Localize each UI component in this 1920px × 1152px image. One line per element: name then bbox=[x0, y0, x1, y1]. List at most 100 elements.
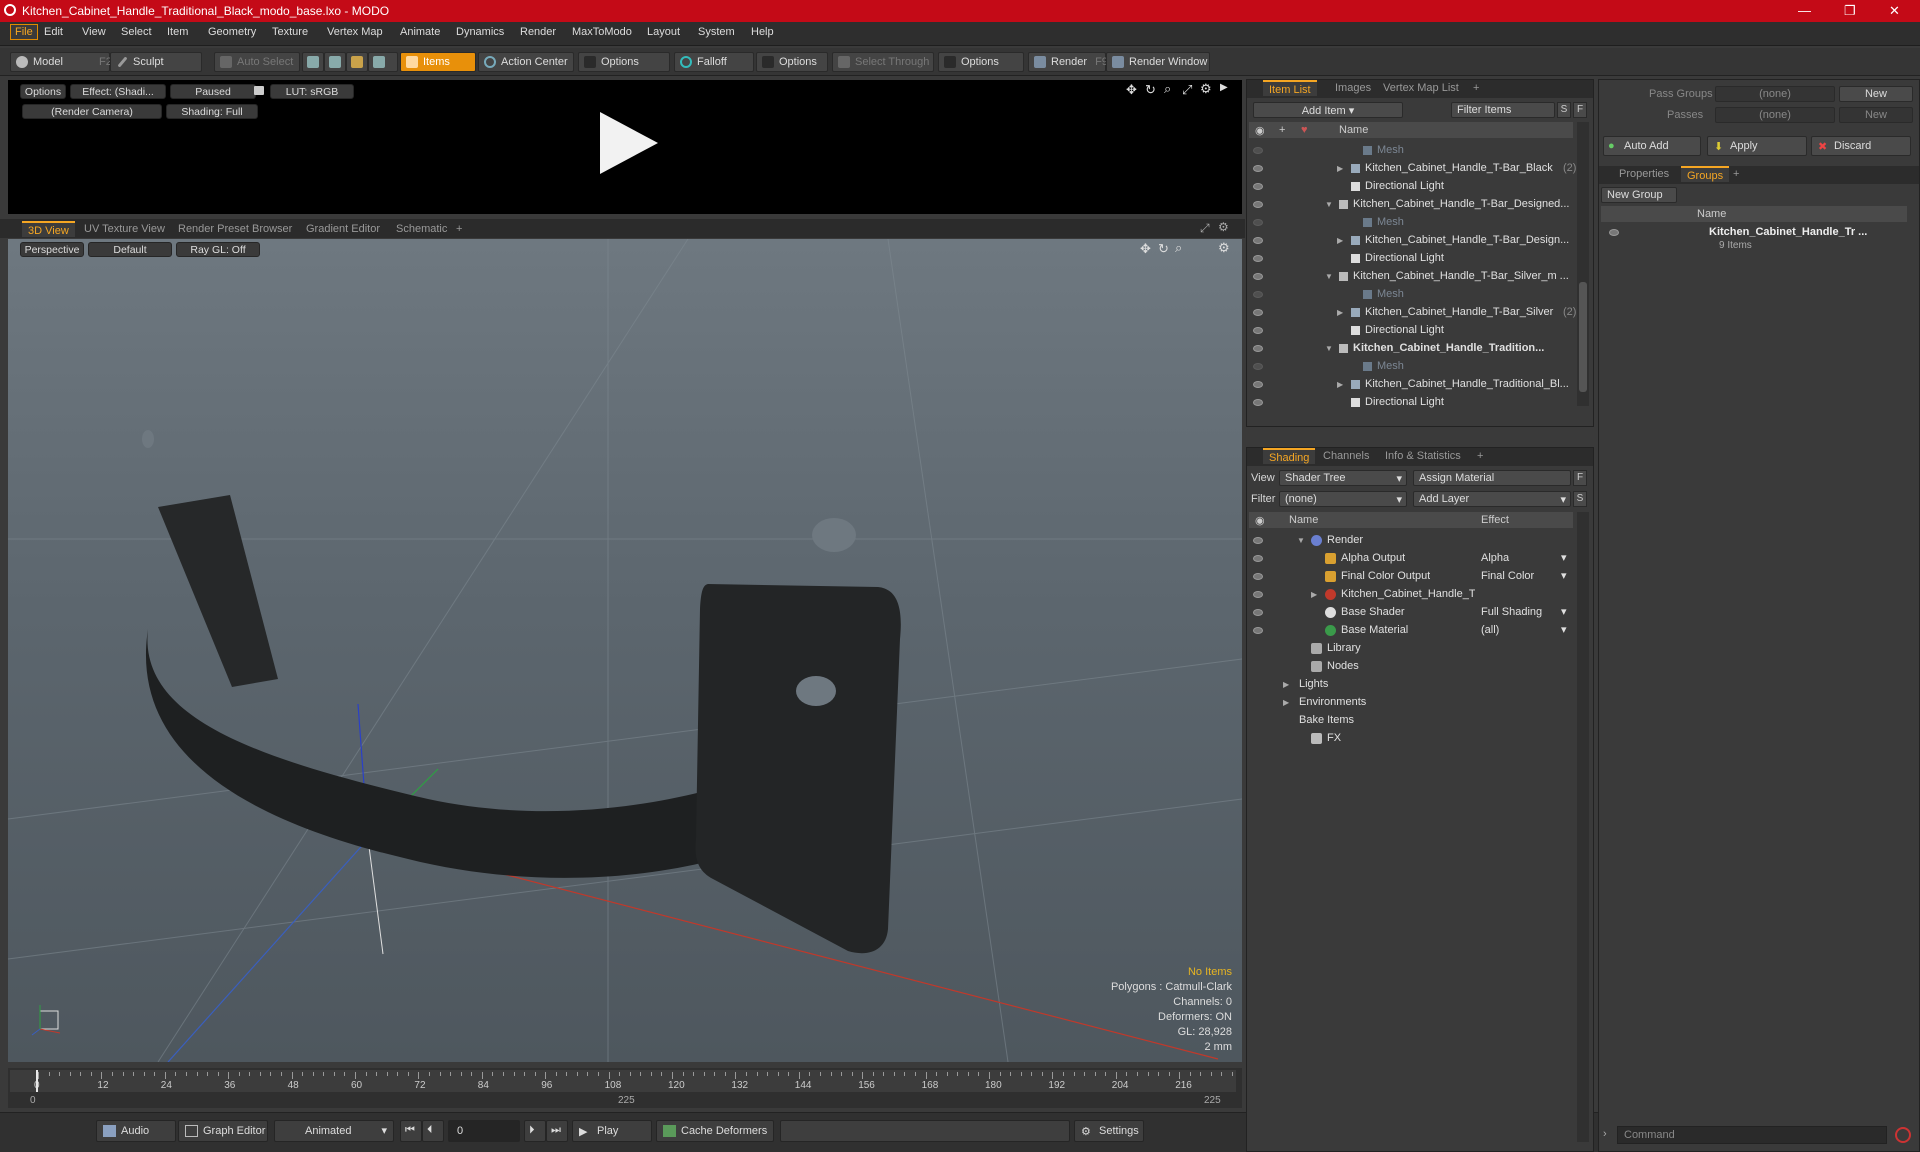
eye-icon[interactable] bbox=[1609, 229, 1619, 236]
eye-icon[interactable] bbox=[1253, 609, 1263, 616]
zoom-view-icon[interactable]: ⌕ bbox=[1164, 81, 1171, 97]
item-list-row[interactable]: ▶ Kitchen_Cabinet_Handle_T-Bar_Black (2) bbox=[1247, 160, 1576, 178]
menu-select[interactable]: Select bbox=[121, 26, 152, 38]
select-polygons-button[interactable] bbox=[346, 52, 368, 72]
shader-tree-row[interactable]: ▶ Kitchen_Cabinet_Handle_T ... bbox=[1247, 586, 1573, 604]
next-key-button[interactable]: ⏵ bbox=[524, 1120, 546, 1142]
item-list-row[interactable]: Directional Light bbox=[1247, 178, 1573, 196]
tab-3d-view[interactable]: 3D View bbox=[22, 221, 75, 237]
tab-properties[interactable]: Properties bbox=[1613, 166, 1675, 182]
shader-tree-row[interactable]: Nodes bbox=[1247, 658, 1573, 676]
shader-tree-row[interactable]: FX bbox=[1247, 730, 1573, 748]
item-list-row[interactable]: ▶ Kitchen_Cabinet_Handle_T-Bar_Design... bbox=[1247, 232, 1573, 250]
item-list-row[interactable]: ▶ Kitchen_Cabinet_Handle_T-Bar_Silver (2) bbox=[1247, 304, 1576, 322]
select-edges-button[interactable] bbox=[324, 52, 346, 72]
eye-icon[interactable] bbox=[1253, 165, 1263, 172]
menu-maxtomodo[interactable]: MaxToModo bbox=[572, 26, 632, 38]
item-list-scrollbar[interactable] bbox=[1577, 122, 1589, 406]
effect-dropdown[interactable]: Full Shading bbox=[1481, 606, 1542, 618]
gear-icon[interactable]: ⚙ bbox=[1218, 220, 1229, 234]
chevron-right-icon[interactable]: ▶ bbox=[1337, 236, 1343, 245]
eye-icon[interactable] bbox=[1253, 309, 1263, 316]
item-list-row[interactable]: ▼ Kitchen_Cabinet_Handle_T-Bar_Silver_m .… bbox=[1247, 268, 1573, 286]
shading-scrollbar[interactable] bbox=[1577, 512, 1589, 1142]
chevron-right-icon[interactable]: ▶ bbox=[1337, 380, 1343, 389]
action-center-options-button[interactable]: Options bbox=[578, 52, 670, 72]
shading-s-button[interactable]: S bbox=[1573, 491, 1587, 507]
add-item-dropdown[interactable]: Add Item ▾ bbox=[1253, 102, 1403, 118]
menu-system[interactable]: System bbox=[698, 26, 735, 38]
eye-icon[interactable] bbox=[1253, 183, 1263, 190]
shader-tree-row[interactable]: Final Color Output Final Color ▾ bbox=[1247, 568, 1573, 586]
eye-icon[interactable] bbox=[1253, 573, 1263, 580]
menu-geometry[interactable]: Geometry bbox=[208, 26, 256, 38]
graph-editor-button[interactable]: Graph Editor bbox=[178, 1120, 268, 1142]
add-tab-button[interactable]: + bbox=[1471, 448, 1489, 464]
shader-tree-row[interactable]: Bake Items bbox=[1247, 712, 1573, 730]
render-window-button[interactable]: Render Window bbox=[1106, 52, 1210, 72]
eye-icon[interactable] bbox=[1253, 591, 1263, 598]
maximize-view-icon[interactable]: ⤢ bbox=[1182, 82, 1192, 98]
chevron-down-icon[interactable]: ▼ bbox=[1325, 200, 1333, 209]
effect-dropdown[interactable]: (all) bbox=[1481, 624, 1499, 636]
3d-viewport[interactable]: Perspective Default Ray GL: Off ✥ ↻ ⌕ ⚙ … bbox=[8, 239, 1242, 1062]
shader-tree-row[interactable]: Base Shader Full Shading ▾ bbox=[1247, 604, 1573, 622]
tab-render-preset-browser[interactable]: Render Preset Browser bbox=[172, 221, 298, 237]
item-list-row[interactable]: Mesh bbox=[1247, 214, 1573, 232]
viewport-scene[interactable] bbox=[8, 239, 1242, 1062]
audio-button[interactable]: Audio bbox=[96, 1120, 176, 1142]
tab-gradient-editor[interactable]: Gradient Editor bbox=[300, 221, 386, 237]
eye-icon[interactable] bbox=[1253, 255, 1263, 262]
effect-dropdown[interactable]: Final Color bbox=[1481, 570, 1534, 582]
add-tab-button[interactable]: + bbox=[1467, 80, 1485, 96]
lock-icon[interactable] bbox=[254, 86, 264, 95]
eye-icon[interactable] bbox=[1253, 537, 1263, 544]
menu-render[interactable]: Render bbox=[520, 26, 556, 38]
menu-texture[interactable]: Texture bbox=[272, 26, 308, 38]
command-field[interactable]: Command bbox=[1617, 1126, 1887, 1144]
expand-arrow-icon[interactable]: ▶ bbox=[1220, 82, 1228, 93]
shader-tree-row[interactable]: ▶ Lights bbox=[1247, 676, 1573, 694]
menu-animate[interactable]: Animate bbox=[400, 26, 440, 38]
timeline-playhead[interactable] bbox=[36, 1070, 38, 1092]
group-row[interactable]: Kitchen_Cabinet_Handle_Tr ... 9 Items bbox=[1601, 224, 1907, 254]
eye-icon[interactable] bbox=[1253, 363, 1263, 370]
close-icon[interactable]: ✕ bbox=[1889, 3, 1900, 19]
items-button[interactable]: Items bbox=[400, 52, 476, 72]
eye-icon[interactable] bbox=[1253, 273, 1263, 280]
eye-icon[interactable] bbox=[1253, 627, 1263, 634]
select-vertices-button[interactable] bbox=[302, 52, 324, 72]
apply-button[interactable]: ⬇ Apply bbox=[1707, 136, 1807, 156]
assign-material-button[interactable]: Assign Material bbox=[1413, 470, 1571, 486]
last-frame-button[interactable]: ⏭ bbox=[546, 1120, 568, 1142]
item-list-row[interactable]: ▼ Kitchen_Cabinet_Handle_Tradition... bbox=[1247, 340, 1573, 358]
tab-channels[interactable]: Channels bbox=[1317, 448, 1375, 464]
select-through-button[interactable]: Select Through bbox=[832, 52, 934, 72]
shader-tree-row[interactable]: Library bbox=[1247, 640, 1573, 658]
tab-groups[interactable]: Groups bbox=[1681, 166, 1730, 182]
preview-effect-dropdown[interactable]: Effect: (Shadi... bbox=[70, 84, 166, 99]
shader-tree-row[interactable]: Alpha Output Alpha ▾ bbox=[1247, 550, 1573, 568]
preview-shading-dropdown[interactable]: Shading: Full bbox=[166, 104, 258, 119]
item-list-row[interactable]: Mesh bbox=[1247, 286, 1573, 304]
animated-dropdown[interactable]: Animated ▾ bbox=[274, 1120, 394, 1142]
shader-tree-row[interactable]: Base Material (all) ▾ bbox=[1247, 622, 1573, 640]
chevron-down-icon[interactable]: ▼ bbox=[1325, 344, 1333, 353]
settings-button[interactable]: ⚙ Settings bbox=[1074, 1120, 1144, 1142]
eye-icon[interactable] bbox=[1253, 147, 1263, 154]
menu-help[interactable]: Help bbox=[751, 26, 774, 38]
move-view-icon[interactable]: ✥ bbox=[1126, 82, 1137, 98]
item-list-row[interactable]: Directional Light bbox=[1247, 394, 1573, 412]
tab-images[interactable]: Images bbox=[1329, 80, 1377, 96]
menu-dynamics[interactable]: Dynamics bbox=[456, 26, 504, 38]
raygl-dropdown[interactable]: Ray GL: Off bbox=[176, 242, 260, 257]
passes-dropdown[interactable]: (none) bbox=[1715, 107, 1835, 123]
render-preview[interactable]: Options Effect: (Shadi... Paused LUT: sR… bbox=[8, 80, 1242, 214]
falloff-options-button[interactable]: Options bbox=[756, 52, 828, 72]
auto-add-button[interactable]: ● Auto Add bbox=[1603, 136, 1701, 156]
command-arrow-icon[interactable]: › bbox=[1603, 1128, 1607, 1140]
filter-s-button[interactable]: S bbox=[1557, 102, 1571, 118]
item-list-row[interactable]: Directional Light bbox=[1247, 250, 1573, 268]
add-layer-dropdown[interactable]: Add Layer ▾ bbox=[1413, 491, 1571, 507]
new-pass-button[interactable]: New bbox=[1839, 107, 1913, 123]
